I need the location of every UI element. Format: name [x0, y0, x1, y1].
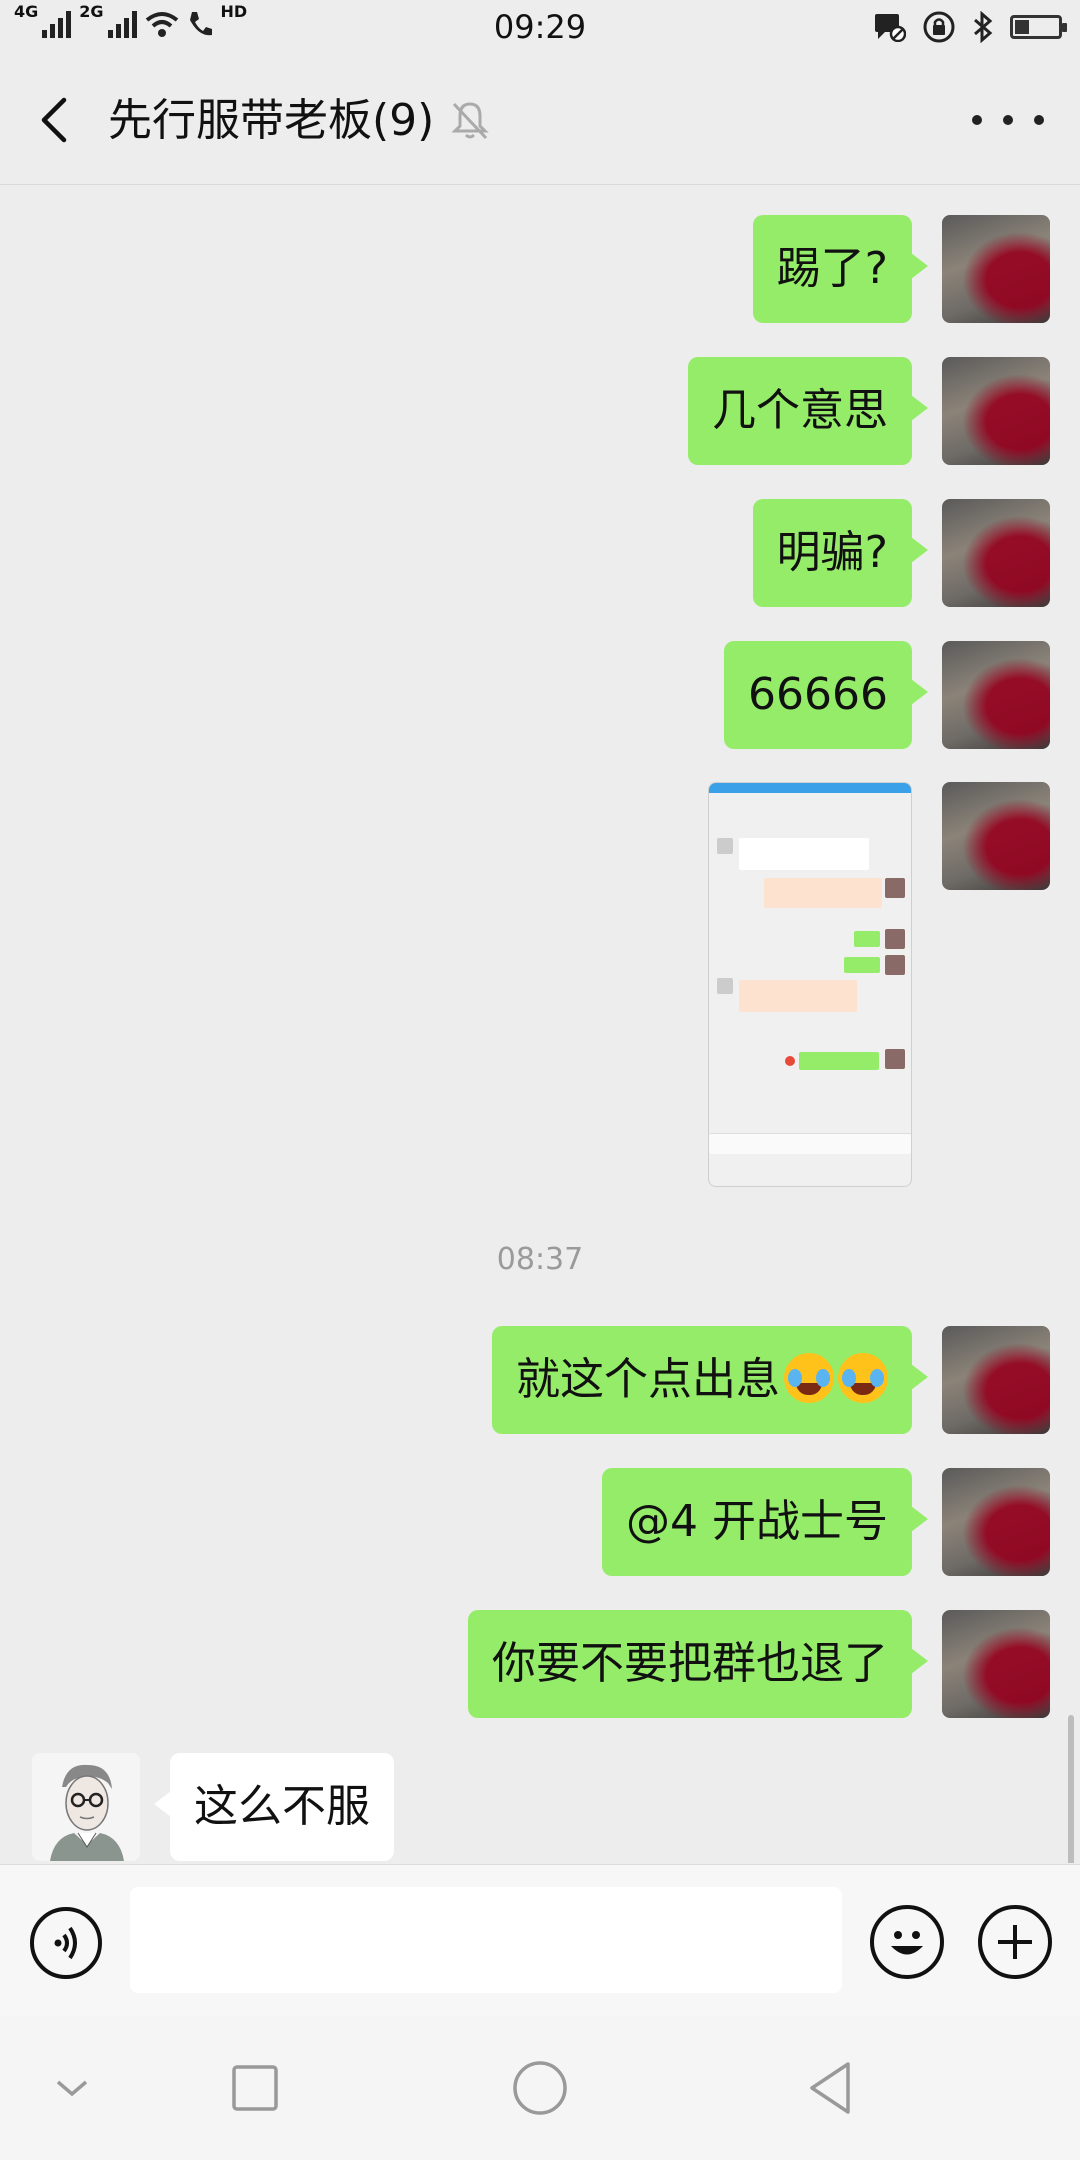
message-bubble[interactable]: 你要不要把群也退了 [468, 1610, 928, 1718]
screenshot-image-message[interactable] [708, 782, 912, 1187]
message-row-outgoing: 几个意思 [688, 357, 1050, 465]
screenshot-avatar [885, 929, 905, 949]
message-text: 就这个点出息 [516, 1354, 780, 1405]
battery-icon [1010, 15, 1067, 39]
message-bubble[interactable]: 就这个点出息 [492, 1326, 928, 1434]
screenshot-error-dot [785, 1056, 795, 1066]
status-icons [874, 10, 1067, 44]
message-row-outgoing-image [708, 782, 1050, 1187]
chat-title: 先行服带老板(9) [108, 95, 435, 146]
chevron-left-icon[interactable] [28, 92, 84, 148]
chat-area[interactable]: 踢了? 几个意思 明骗? 66666 08:37 就这个点出息 @4 开战士号 … [0, 185, 1080, 1863]
message-bubble[interactable]: 66666 [724, 641, 928, 749]
message-bubble[interactable]: @4 开战士号 [602, 1468, 928, 1576]
message-input[interactable] [130, 1887, 842, 1993]
voice-icon[interactable] [30, 1907, 102, 1979]
message-blocked-icon [875, 14, 906, 42]
crying-laughing-emoji [838, 1353, 888, 1403]
message-bubble[interactable]: 这么不服 [154, 1753, 394, 1861]
avatar-self[interactable] [942, 641, 1050, 749]
message-bubble[interactable]: 明骗? [752, 499, 929, 607]
screenshot-topbar [709, 783, 911, 793]
avatar-self[interactable] [942, 1326, 1050, 1434]
screenshot-avatar [717, 838, 733, 854]
system-nav-bar [0, 2016, 1080, 2160]
square-icon[interactable] [225, 2058, 285, 2118]
screenshot-incoming-text [739, 838, 869, 870]
chat-scrollbar[interactable] [1068, 1715, 1074, 1863]
chat-header: 先行服带老板(9) [0, 56, 1080, 185]
screenshot-inputbar [709, 1133, 911, 1154]
message-row-outgoing: 66666 [724, 641, 1050, 749]
avatar-self[interactable] [942, 499, 1050, 607]
plus-icon[interactable] [978, 1905, 1052, 1979]
bell-muted-icon [451, 102, 489, 140]
input-bar [0, 1864, 1080, 2017]
screenshot-avatar [885, 1049, 905, 1069]
more-dots-icon[interactable] [972, 100, 1044, 140]
rotation-lock-icon [923, 11, 955, 43]
message-row-incoming: 这么不服 [32, 1753, 394, 1861]
message-bubble[interactable]: 踢了? [752, 215, 929, 323]
avatar-self[interactable] [942, 357, 1050, 465]
avatar-self[interactable] [942, 215, 1050, 323]
screenshot-transfer-card [764, 878, 882, 908]
message-row-outgoing: 你要不要把群也退了 [468, 1610, 1050, 1718]
circle-icon[interactable] [510, 2058, 570, 2118]
screenshot-transfer-card [739, 980, 857, 1012]
triangle-back-icon[interactable] [800, 2058, 860, 2118]
screenshot-outgoing-text [854, 931, 880, 947]
status-bar: 4G 2G HD 09:29 [0, 0, 1080, 56]
time-divider: 08:37 [496, 1242, 584, 1277]
screenshot-outgoing-text [844, 957, 880, 973]
smiley-icon[interactable] [870, 1905, 944, 1979]
avatar-self[interactable] [942, 1610, 1050, 1718]
bluetooth-icon [974, 11, 993, 43]
screenshot-avatar [717, 978, 733, 994]
screenshot-avatar [885, 955, 905, 975]
chevron-down-icon[interactable] [42, 2058, 102, 2118]
crying-laughing-emoji [784, 1353, 834, 1403]
screenshot-outgoing-text [799, 1052, 879, 1070]
message-row-outgoing: @4 开战士号 [602, 1468, 1050, 1576]
message-row-outgoing: 踢了? [752, 215, 1050, 323]
avatar-self[interactable] [942, 782, 1050, 890]
avatar-member[interactable] [32, 1753, 140, 1861]
message-bubble[interactable]: 几个意思 [688, 357, 928, 465]
screenshot-avatar [885, 878, 905, 898]
message-row-outgoing: 就这个点出息 [492, 1326, 1050, 1434]
message-row-outgoing: 明骗? [752, 499, 1050, 607]
sketch-portrait-icon [32, 1753, 140, 1861]
avatar-self[interactable] [942, 1468, 1050, 1576]
